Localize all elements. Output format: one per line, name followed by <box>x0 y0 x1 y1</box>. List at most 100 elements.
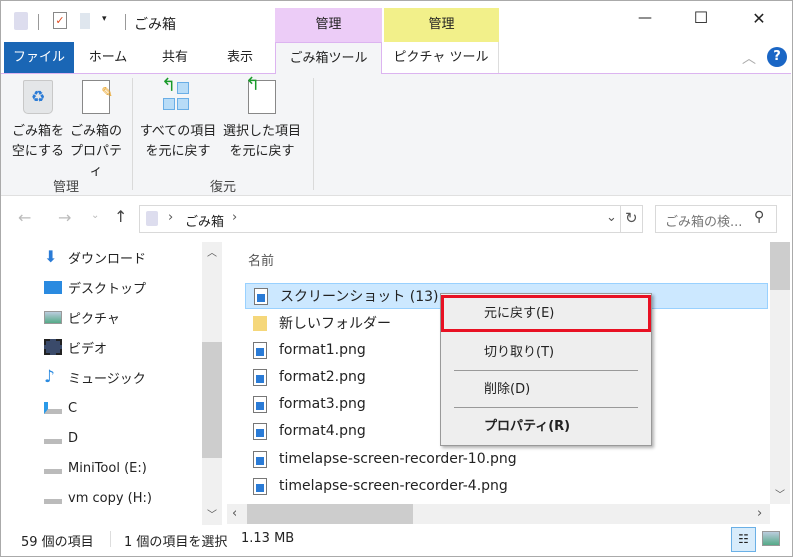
group-label-restore: 復元 <box>209 180 236 195</box>
nav-item-drive-c[interactable]: C <box>44 396 77 420</box>
nav-label: ミュージック <box>68 371 146 387</box>
button-label: ごみ箱の <box>69 124 122 139</box>
breadcrumb-chevron-icon[interactable]: › <box>168 210 173 225</box>
scroll-left-icon[interactable]: ‹ <box>232 506 237 521</box>
restore-selected-button[interactable]: ↰ 選択した項目 を元に戻す <box>220 75 304 162</box>
tab-recycle-bin-tools[interactable]: ごみ箱ツール <box>275 42 382 74</box>
scroll-up-icon[interactable]: ︿ <box>207 244 217 259</box>
close-button[interactable]: ✕ <box>744 9 774 28</box>
file-name: 新しいフォルダー <box>279 316 391 332</box>
file-row[interactable]: timelapse-screen-recorder-4.png <box>245 473 768 499</box>
separator <box>110 531 111 547</box>
separator <box>125 14 126 30</box>
forward-button[interactable]: → <box>58 208 71 227</box>
button-label: すべての項目 <box>139 124 217 139</box>
up-button[interactable]: ↑ <box>114 207 127 226</box>
separator <box>620 206 621 232</box>
manage-context-header: 管理 <box>275 8 382 42</box>
nav-item-videos[interactable]: ビデオ <box>44 335 107 359</box>
button-label: 空にする <box>11 144 65 159</box>
scrollbar-thumb[interactable] <box>770 242 790 290</box>
group-separator <box>132 78 133 190</box>
image-file-icon <box>253 341 267 359</box>
tab-share[interactable]: 共有 <box>150 42 200 73</box>
nav-label: C <box>68 400 78 416</box>
button-label: 選択した項目 <box>222 124 301 139</box>
image-file-icon <box>253 422 267 440</box>
picture-manage-context-header: 管理 <box>384 8 499 42</box>
drive-icon <box>44 492 62 504</box>
nav-label: vm copy (H:) <box>68 490 152 506</box>
scrollbar-thumb[interactable] <box>202 342 222 458</box>
empty-recycle-bin-button[interactable]: ♻ ごみ箱を 空にする <box>8 80 68 162</box>
menu-item-restore[interactable]: 元に戻す(E) <box>441 295 651 332</box>
quick-access-dropdown-icon[interactable]: ▾ <box>102 14 107 24</box>
address-bar[interactable]: › ごみ箱 › ⌄ ↻ <box>139 205 643 233</box>
help-icon[interactable]: ? <box>767 47 787 67</box>
new-folder-quick-icon[interactable] <box>80 13 90 29</box>
minimize-button[interactable]: — <box>630 10 660 26</box>
file-list-horizontal-scrollbar[interactable]: ‹ › <box>227 504 770 524</box>
image-file-icon <box>253 450 267 468</box>
file-name: format1.png <box>279 342 366 358</box>
nav-item-drive-e[interactable]: MiniTool (E:) <box>44 456 147 480</box>
folder-icon <box>253 315 267 331</box>
scrollbar-thumb[interactable] <box>247 504 413 524</box>
file-row[interactable]: timelapse-screen-recorder-10.png <box>245 446 768 472</box>
breadcrumb-recycle-bin[interactable]: ごみ箱 <box>185 211 224 230</box>
tab-file[interactable]: ファイル <box>4 42 74 73</box>
tab-view[interactable]: 表示 <box>215 42 265 73</box>
nav-label: デスクトップ <box>68 281 147 297</box>
recycle-bin-icon <box>14 12 28 30</box>
video-icon <box>44 339 62 355</box>
group-label-manage: 管理 <box>52 180 79 195</box>
menu-item-cut[interactable]: 切り取り(T) <box>441 336 651 370</box>
nav-item-drive-h[interactable]: vm copy (H:) <box>44 486 152 510</box>
recycle-bin-icon <box>146 211 158 226</box>
address-dropdown-icon[interactable]: ⌄ <box>606 210 617 225</box>
nav-item-downloads[interactable]: ⬇ ダウンロード <box>44 245 146 269</box>
nav-item-drive-d[interactable]: D <box>44 426 78 450</box>
maximize-button[interactable]: ☐ <box>686 8 716 27</box>
search-icon: ⚲ <box>754 209 765 225</box>
file-name: format4.png <box>279 423 366 439</box>
button-label: を元に戻す <box>145 144 211 159</box>
nav-label: ビデオ <box>68 341 108 357</box>
group-separator <box>313 78 314 190</box>
tab-home[interactable]: ホーム <box>80 42 136 73</box>
nav-item-desktop[interactable]: デスクトップ <box>44 275 146 299</box>
properties-icon: ✎ <box>82 80 113 114</box>
scroll-down-icon[interactable]: ﹀ <box>775 486 785 501</box>
recycle-bin-properties-button[interactable]: ✎ ごみ箱の プロパティ <box>66 80 126 182</box>
large-icons-view-button[interactable] <box>762 531 780 546</box>
menu-item-properties[interactable]: プロパティ(R) <box>441 410 651 444</box>
breadcrumb-chevron-icon[interactable]: › <box>232 210 237 225</box>
search-input[interactable]: ごみ箱の検... ⚲ <box>655 205 777 233</box>
tab-picture-tools[interactable]: ピクチャ ツール <box>384 42 499 73</box>
nav-item-pictures[interactable]: ピクチャ <box>44 305 120 329</box>
window-title: ごみ箱 <box>134 17 176 33</box>
scroll-down-icon[interactable]: ﹀ <box>207 506 217 521</box>
image-file-icon <box>253 477 267 495</box>
image-file-icon <box>254 287 268 305</box>
menu-item-delete[interactable]: 削除(D) <box>441 373 651 407</box>
drive-icon <box>44 462 62 474</box>
recent-locations-button[interactable]: ⌄ <box>91 210 99 221</box>
separator <box>38 14 39 30</box>
image-file-icon <box>253 368 267 386</box>
column-header-name[interactable]: 名前 <box>248 250 274 269</box>
nav-scrollbar[interactable]: ︿ ﹀ <box>202 242 222 525</box>
restore-all-button[interactable]: ↰ すべての項目 を元に戻す <box>136 76 220 162</box>
back-button[interactable]: ← <box>18 208 31 227</box>
properties-quick-icon[interactable]: ✓ <box>53 12 67 29</box>
details-view-button[interactable]: ☷ <box>731 527 756 552</box>
file-list-vertical-scrollbar[interactable]: ﹀ <box>770 242 790 504</box>
nav-label: MiniTool (E:) <box>68 460 147 476</box>
menu-separator <box>454 407 638 408</box>
collapse-ribbon-icon[interactable]: ︿ <box>742 48 756 68</box>
status-selection: 1 個の項目を選択 <box>124 535 228 550</box>
scroll-right-icon[interactable]: › <box>757 506 762 521</box>
nav-item-music[interactable]: ♪ ミュージック <box>44 365 146 389</box>
search-placeholder: ごみ箱の検... <box>665 215 743 230</box>
refresh-icon[interactable]: ↻ <box>625 209 638 227</box>
